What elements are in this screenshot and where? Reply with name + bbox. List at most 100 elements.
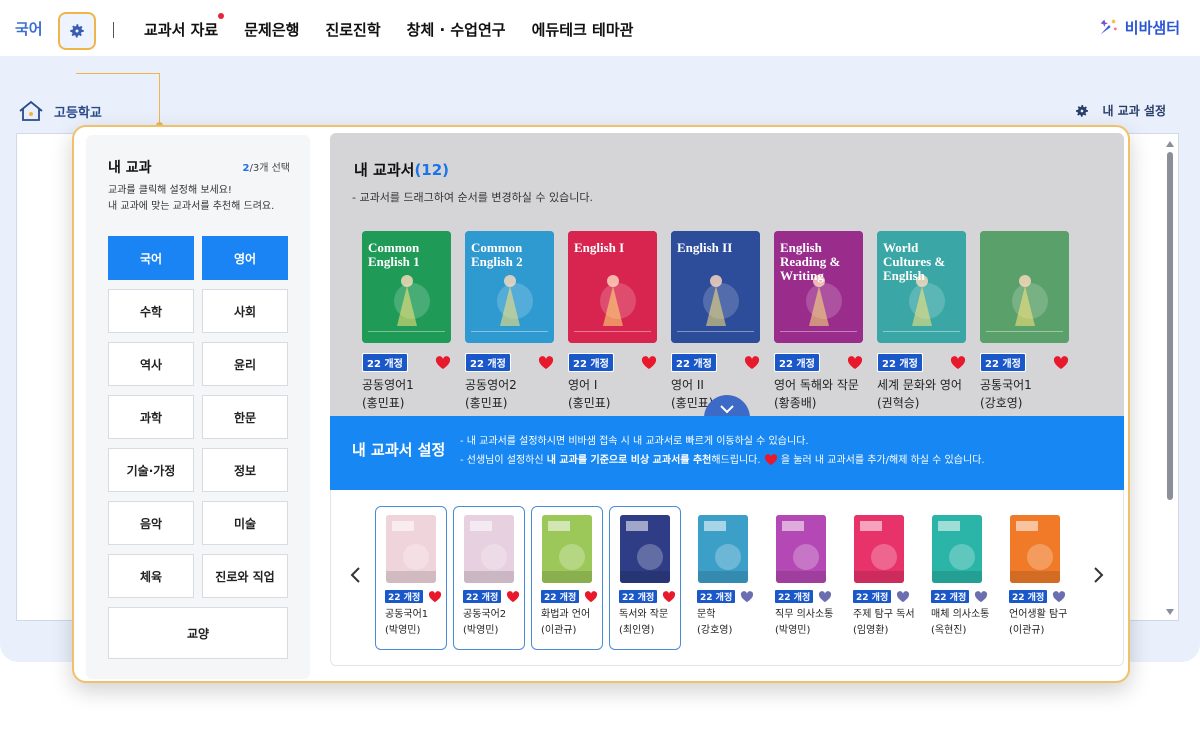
subject-button[interactable]: 기술·가정 xyxy=(108,448,194,492)
textbook-title: 매체 의사소통 (옥현진) xyxy=(931,609,990,636)
subject-button[interactable]: 미술 xyxy=(202,501,288,545)
subject-button[interactable]: 국어 xyxy=(108,236,194,280)
my-textbook-card[interactable]: 22 개정 공통국어1 (강호영) xyxy=(980,231,1069,412)
current-subject-label[interactable]: 국어 xyxy=(15,18,43,39)
my-textbook-card[interactable]: English II 22 개정 영어 II (홍민표) xyxy=(671,231,760,412)
subject-panel-description: 교과를 클릭해 설정해 보세요! 내 교과에 맞는 교과서를 추천해 드려요. xyxy=(108,185,275,212)
curriculum-badge: 22 개정 xyxy=(465,353,511,372)
textbook-title: 직무 의사소통 (박영민) xyxy=(775,609,834,636)
scroll-up-arrow-icon[interactable] xyxy=(1165,140,1175,148)
heart-icon[interactable] xyxy=(896,590,910,603)
textbook-cover[interactable] xyxy=(980,231,1069,343)
scroll-down-arrow-icon[interactable] xyxy=(1165,608,1175,616)
recommended-textbook-carousel: 22 개정 공동국어1 (박영민) 22 개정 공동국어2 (박영민) 22 개정 화법과 언… xyxy=(375,506,1071,650)
textbook-cover[interactable] xyxy=(386,515,436,583)
textbook-cover[interactable] xyxy=(1010,515,1060,583)
recommended-textbook-card[interactable]: 22 개정 독서와 작문 (최인영) xyxy=(609,506,681,650)
textbook-cover[interactable]: Common English 2 xyxy=(465,231,554,343)
subject-button[interactable]: 영어 xyxy=(202,236,288,280)
textbook-cover[interactable]: World Cultures & English xyxy=(877,231,966,343)
textbook-meta-row: 22 개정 xyxy=(930,589,988,604)
my-textbook-card[interactable]: World Cultures & English 22 개정 세계 문화와 영어 (권… xyxy=(877,231,966,412)
subject-button[interactable]: 한문 xyxy=(202,395,288,439)
textbook-setting-title: 내 교과서 설정 xyxy=(352,441,446,459)
subject-button[interactable]: 수학 xyxy=(108,289,194,333)
textbook-title: 공동국어2 (박영민) xyxy=(463,609,507,636)
my-textbook-card[interactable]: Common English 1 22 개정 공동영어1 (홍민표) xyxy=(362,231,451,412)
my-textbook-card[interactable]: English I 22 개정 영어 I (홍민표) xyxy=(568,231,657,412)
textbook-meta-row: 22 개정 xyxy=(980,353,1069,372)
textbook-cover[interactable] xyxy=(464,515,514,583)
heart-icon[interactable] xyxy=(584,590,598,603)
subject-button[interactable]: 교양 xyxy=(108,607,288,659)
textbook-setting-popup: 내 교과 2/3개 선택 교과를 클릭해 설정해 보세요! 내 교과에 맞는 교… xyxy=(72,125,1130,683)
subject-button[interactable]: 윤리 xyxy=(202,342,288,386)
subject-button[interactable]: 진로와 직업 xyxy=(202,554,288,598)
heart-icon[interactable] xyxy=(1053,355,1069,370)
heart-icon[interactable] xyxy=(847,355,863,370)
subject-button[interactable]: 역사 xyxy=(108,342,194,386)
recommended-textbook-card[interactable]: 22 개정매체 의사소통 (옥현진) xyxy=(921,506,993,650)
subject-settings-button[interactable] xyxy=(58,12,96,50)
recommended-textbook-card[interactable]: 22 개정 문학 (강호영) xyxy=(687,506,759,650)
recommended-textbook-card[interactable]: 22 개정 화법과 언어 (이관규) xyxy=(531,506,603,650)
my-textbook-card[interactable]: Common English 2 22 개정 공동영어2 (홍민표) xyxy=(465,231,554,412)
heart-icon[interactable] xyxy=(428,590,442,603)
main-menu: 교과서 자료 문제은행 진로진학 창체 · 수업연구 에듀테크 테마관 xyxy=(144,13,659,40)
textbook-cover[interactable] xyxy=(932,515,982,583)
textbook-meta-row: 22 개정 xyxy=(774,353,863,372)
heart-icon[interactable] xyxy=(662,590,676,603)
heart-icon[interactable] xyxy=(641,355,657,370)
nav-item[interactable]: 문제은행 xyxy=(244,19,299,40)
breadcrumb-school-level[interactable]: 고등학교 xyxy=(54,102,102,121)
textbook-cover[interactable] xyxy=(776,515,826,583)
nav-item[interactable]: 에듀테크 테마관 xyxy=(532,19,634,40)
nav-item[interactable]: 창체 · 수업연구 xyxy=(407,19,506,40)
textbook-cover[interactable] xyxy=(698,515,748,583)
textbook-cover[interactable] xyxy=(620,515,670,583)
recommended-textbook-card[interactable]: 22 개정 공동국어2 (박영민) xyxy=(453,506,525,650)
textbook-meta-row: 22 개정 xyxy=(671,353,760,372)
my-textbook-card[interactable]: English Reading & Writing 22 개정 영어 독해와 작문(… xyxy=(774,231,863,412)
my-subject-setting-link[interactable]: 내 교과 설정 xyxy=(1074,102,1166,119)
textbook-cover[interactable]: English II xyxy=(671,231,760,343)
textbook-cover[interactable]: English Reading & Writing xyxy=(774,231,863,343)
subject-button[interactable]: 과학 xyxy=(108,395,194,439)
textbook-setting-banner: 내 교과서 설정 - 내 교과서를 설정하시면 비바샘 접속 시 내 교과서로 … xyxy=(330,416,1124,490)
textbook-title: 화법과 언어 (이관규) xyxy=(541,609,591,636)
heart-icon xyxy=(764,454,777,466)
heart-icon[interactable] xyxy=(538,355,554,370)
top-navigation-bar: 국어 교과서 자료 문제은행 진로진학 창체 · 수업연구 에듀테크 테마관 비바샘터 xyxy=(0,0,1200,56)
subject-button[interactable]: 사회 xyxy=(202,289,288,333)
textbook-meta-row: 22 개정 xyxy=(384,589,442,604)
heart-icon[interactable] xyxy=(740,590,754,603)
recommended-textbook-card[interactable]: 22 개정 주제 탐구 독서 (임영환) xyxy=(843,506,915,650)
textbook-cover[interactable]: Common English 1 xyxy=(362,231,451,343)
subject-button[interactable]: 정보 xyxy=(202,448,288,492)
recommended-textbook-card[interactable]: 22 개정 직무 의사소통 (박영민) xyxy=(765,506,837,650)
heart-icon[interactable] xyxy=(818,590,832,603)
brand-logo-link[interactable]: 비바샘터 xyxy=(1097,16,1180,38)
heart-icon[interactable] xyxy=(435,355,451,370)
curriculum-badge: 22 개정 xyxy=(696,589,737,604)
recommended-textbook-card[interactable]: 22 개정 공동국어1 (박영민) xyxy=(375,506,447,650)
nav-item[interactable]: 교과서 자료 xyxy=(144,13,225,40)
scrollbar-thumb[interactable] xyxy=(1167,152,1173,500)
textbook-cover-art xyxy=(854,515,904,583)
heart-icon[interactable] xyxy=(1052,590,1066,603)
subject-button[interactable]: 음악 xyxy=(108,501,194,545)
heart-icon[interactable] xyxy=(506,590,520,603)
heart-icon[interactable] xyxy=(744,355,760,370)
textbook-cover[interactable] xyxy=(542,515,592,583)
textbook-meta-row: 22 개정 xyxy=(568,353,657,372)
textbook-cover[interactable]: English I xyxy=(568,231,657,343)
recommended-textbook-card[interactable]: 22 개정 언어생활 탐구 (이관규) xyxy=(999,506,1071,650)
home-icon[interactable] xyxy=(18,100,44,122)
nav-item[interactable]: 진로진학 xyxy=(325,19,380,40)
chevron-right-icon[interactable] xyxy=(1093,566,1105,584)
chevron-left-icon[interactable] xyxy=(349,566,361,584)
heart-icon[interactable] xyxy=(950,355,966,370)
heart-icon[interactable] xyxy=(974,590,988,603)
subject-button[interactable]: 체육 xyxy=(108,554,194,598)
textbook-cover[interactable] xyxy=(854,515,904,583)
